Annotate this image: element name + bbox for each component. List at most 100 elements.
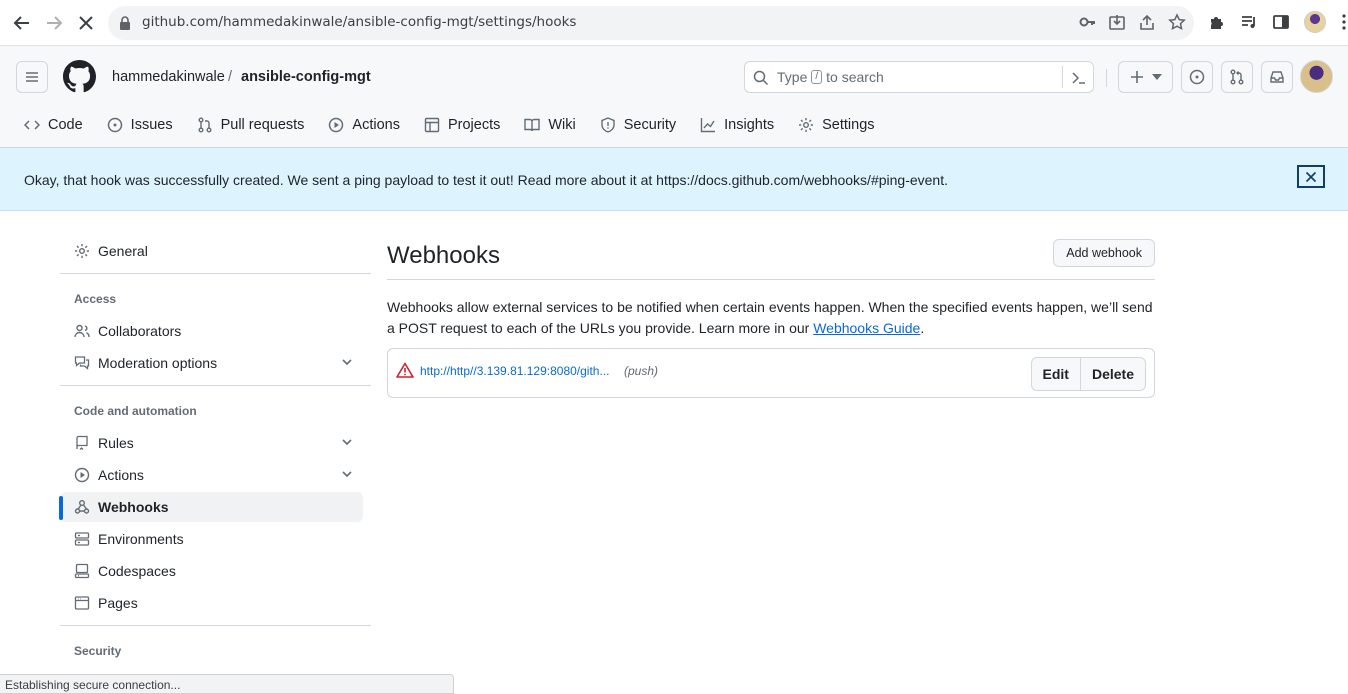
install-icon[interactable] (1108, 13, 1126, 31)
arrow-left-icon (13, 16, 29, 30)
webhook-url-link[interactable]: http://http//3.139.81.129:8080/gith... (420, 364, 609, 378)
breadcrumb-owner[interactable]: hammedakinwale (112, 69, 225, 85)
comment-discussion-icon (74, 356, 90, 370)
tab-settings[interactable]: Settings (790, 110, 882, 140)
sidebar-item-environments[interactable]: Environments (60, 524, 363, 554)
github-header: hammedakinwale / ansible-config-mgt Type… (0, 46, 1348, 148)
table-icon (424, 117, 440, 133)
webhook-list-item: http://http//3.139.81.129:8080/gith... (… (387, 348, 1155, 398)
sidebar-item-label: Codespaces (98, 563, 176, 579)
sidebar-heading-security: Security (74, 644, 122, 658)
hamburger-menu-button[interactable] (16, 61, 48, 93)
create-new-button[interactable] (1118, 61, 1173, 93)
issue-icon (107, 117, 122, 133)
edit-webhook-button[interactable]: Edit (1032, 358, 1080, 390)
sidebar-item-label: Environments (98, 531, 184, 547)
back-button[interactable] (6, 7, 38, 39)
sidebar-item-webhooks[interactable]: Webhooks (59, 492, 363, 522)
plus-icon (1130, 71, 1143, 83)
webhooks-guide-link[interactable]: Webhooks Guide (813, 320, 920, 336)
flash-close-button[interactable] (1297, 165, 1325, 188)
browser-status-bar: Establishing secure connection... (0, 674, 454, 694)
webhooks-description: Webhooks allow external services to be n… (387, 297, 1155, 339)
inbox-button[interactable] (1261, 61, 1293, 93)
gear-icon (75, 244, 89, 258)
address-bar[interactable]: github.com/hammedakinwale/ansible-config… (108, 6, 1194, 40)
sidebar-item-moderation[interactable]: Moderation options (60, 348, 363, 378)
chevron-down-icon (342, 471, 352, 478)
tab-label: Wiki (548, 117, 576, 133)
lock-icon (120, 16, 130, 30)
forward-button[interactable] (38, 7, 70, 39)
tab-wiki[interactable]: Wiki (516, 110, 583, 140)
sidebar-item-label: General (98, 243, 148, 259)
star-icon[interactable] (1168, 13, 1186, 31)
sidebar-item-label: Webhooks (98, 499, 169, 515)
alert-icon (396, 362, 414, 378)
side-panel-icon[interactable] (1272, 13, 1290, 31)
graph-icon (700, 118, 716, 133)
browser-toolbar: github.com/hammedakinwale/ansible-config… (0, 0, 1348, 46)
triangle-down-icon (1151, 74, 1162, 80)
pull-requests-button[interactable] (1221, 61, 1253, 93)
people-icon (74, 324, 90, 338)
tab-projects[interactable]: Projects (416, 110, 508, 140)
flash-message: Okay, that hook was successfully created… (24, 172, 948, 188)
github-logo-icon[interactable] (63, 60, 96, 93)
delete-webhook-button[interactable]: Delete (1079, 358, 1145, 390)
breadcrumb-repo[interactable]: ansible-config-mgt (241, 69, 371, 85)
tab-code[interactable]: Code (16, 110, 91, 140)
tab-issues[interactable]: Issues (99, 110, 181, 140)
share-icon[interactable] (1138, 13, 1156, 31)
chevron-down-icon (342, 439, 352, 446)
tab-label: Pull requests (220, 117, 305, 133)
close-icon (1305, 171, 1317, 182)
play-icon (329, 117, 344, 133)
issues-button[interactable] (1181, 61, 1213, 93)
sidebar-divider (60, 385, 371, 386)
inbox-icon (1270, 71, 1284, 83)
search-divider (1062, 66, 1063, 88)
settings-sidebar: General Access Collaborators Moderation … (59, 236, 371, 668)
webhook-event: (push) (624, 364, 659, 378)
description-period: . (920, 320, 925, 336)
sidebar-divider (60, 625, 371, 626)
title-divider (387, 279, 1155, 280)
command-palette-icon[interactable] (1071, 70, 1087, 86)
sidebar-item-codespaces[interactable]: Codespaces (60, 556, 363, 586)
server-icon (74, 532, 90, 546)
key-icon[interactable] (1078, 13, 1096, 31)
media-icon[interactable] (1240, 13, 1258, 31)
breadcrumb-separator: / (228, 69, 233, 85)
tab-label: Settings (822, 117, 875, 133)
search-placeholder: Type / to search (777, 69, 884, 85)
sidebar-item-pages[interactable]: Pages (60, 588, 363, 618)
sidebar-item-label: Actions (98, 467, 144, 483)
extensions-icon[interactable] (1208, 13, 1226, 31)
user-avatar[interactable] (1300, 60, 1333, 93)
tab-insights[interactable]: Insights (692, 110, 782, 140)
sidebar-heading-code-automation: Code and automation (74, 404, 197, 418)
browser-icon (74, 596, 90, 610)
stop-button[interactable] (70, 7, 102, 39)
repo-push-icon (76, 435, 88, 450)
tab-security[interactable]: Security (592, 110, 684, 140)
kebab-menu-icon[interactable] (1340, 13, 1348, 31)
tab-pull-requests[interactable]: Pull requests (189, 110, 313, 140)
chevron-down-icon (342, 359, 352, 366)
issue-opened-icon (1189, 69, 1205, 85)
code-icon (24, 120, 40, 130)
sidebar-item-collaborators[interactable]: Collaborators (60, 316, 363, 346)
profile-avatar-browser[interactable] (1304, 11, 1326, 33)
tab-label: Projects (447, 117, 501, 133)
gear-icon (799, 118, 814, 132)
url-text[interactable]: github.com/hammedakinwale/ansible-config… (142, 14, 576, 30)
hamburger-icon (26, 72, 38, 82)
add-webhook-button[interactable]: Add webhook (1053, 239, 1155, 267)
sidebar-item-actions[interactable]: Actions (60, 460, 363, 490)
search-input[interactable]: Type / to search (744, 61, 1094, 93)
sidebar-item-general[interactable]: General (60, 236, 363, 266)
sidebar-item-label: Moderation options (98, 355, 218, 371)
sidebar-item-rules[interactable]: Rules (60, 428, 363, 458)
tab-actions[interactable]: Actions (320, 110, 408, 140)
